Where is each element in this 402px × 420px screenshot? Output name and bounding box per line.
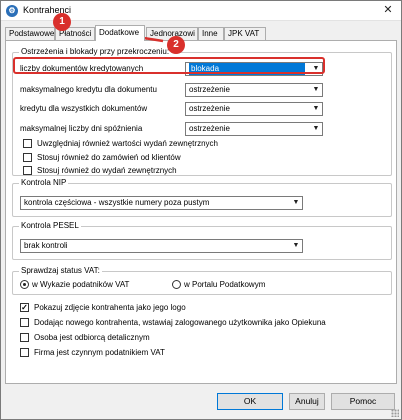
retail-recipient-label: Osoba jest odbiorcą detalicznym xyxy=(34,333,150,342)
retail-recipient-checkbox[interactable] xyxy=(20,333,29,342)
chevron-down-icon: ▼ xyxy=(292,242,300,249)
help-button[interactable]: Pomoc xyxy=(331,393,395,410)
tab-jpk-vat[interactable]: JPK VAT xyxy=(224,27,266,40)
tab-panel-dodatkowe: Ostrzeżenia i blokady przy przekroczeniu… xyxy=(5,40,397,384)
tax-portal-radio[interactable] xyxy=(172,280,181,289)
chevron-down-icon: ▼ xyxy=(312,125,320,132)
include-external-checkbox[interactable] xyxy=(23,139,32,148)
annotation-badge-1: 1 xyxy=(53,13,71,31)
tab-inne[interactable]: Inne xyxy=(198,27,224,40)
pesel-legend: Kontrola PESEL xyxy=(19,221,81,230)
chevron-down-icon: ▼ xyxy=(292,199,300,206)
vat-registry-label: w Wykazie podatników VAT xyxy=(32,280,130,289)
nip-group: Kontrola NIP kontrola częściowa - wszyst… xyxy=(12,178,392,217)
show-photo-logo-checkbox[interactable] xyxy=(20,303,29,312)
vat-registry-radio[interactable] xyxy=(20,280,29,289)
nip-legend: Kontrola NIP xyxy=(19,178,69,187)
max-credit-doc-label: maksymalnego kredytu dla dokumentu xyxy=(20,85,157,94)
assign-caretaker-label: Dodając nowego kontrahenta, wstawiaj zal… xyxy=(34,318,326,327)
resize-grip[interactable] xyxy=(391,409,399,417)
apply-orders-label: Stosuj również do zamówień od klientów xyxy=(37,153,181,162)
tab-podstawowe[interactable]: Podstawowe xyxy=(5,27,55,40)
tab-dodatkowe[interactable]: Dodatkowe xyxy=(95,25,145,41)
cancel-button[interactable]: Anuluj xyxy=(289,393,325,410)
chevron-down-icon: ▼ xyxy=(312,86,320,93)
pesel-group: Kontrola PESEL brak kontroli ▼ xyxy=(12,221,392,260)
tax-portal-label: w Portalu Podatkowym xyxy=(184,280,266,289)
annotation-highlight-box xyxy=(13,57,325,74)
credit-all-docs-label: kredytu dla wszystkich dokumentów xyxy=(20,104,148,113)
active-vat-payer-checkbox[interactable] xyxy=(20,348,29,357)
include-external-label: Uwzględniaj również wartości wydań zewnę… xyxy=(37,139,218,148)
credit-all-docs-select[interactable]: ostrzeżenie ▼ xyxy=(185,102,323,116)
app-icon: ⚙ xyxy=(6,5,18,17)
close-button[interactable]: ✕ xyxy=(381,3,395,17)
active-vat-payer-label: Firma jest czynnym podatnikiem VAT xyxy=(34,348,165,357)
nip-control-select[interactable]: kontrola częściowa - wszystkie numery po… xyxy=(20,196,303,210)
dialog-window: ⚙ Kontrahenci ✕ Podstawowe Płatności Dod… xyxy=(0,0,402,420)
vat-status-group: Sprawdzaj status VAT: w Wykazie podatnik… xyxy=(12,266,392,295)
warnings-legend: Ostrzeżenia i blokady przy przekroczeniu… xyxy=(19,47,172,56)
ok-button[interactable]: OK xyxy=(217,393,283,410)
max-credit-doc-select[interactable]: ostrzeżenie ▼ xyxy=(185,83,323,97)
apply-external-checkbox[interactable] xyxy=(23,166,32,175)
max-late-days-select[interactable]: ostrzeżenie ▼ xyxy=(185,122,323,136)
pesel-control-select[interactable]: brak kontroli ▼ xyxy=(20,239,303,253)
apply-orders-checkbox[interactable] xyxy=(23,153,32,162)
vat-status-legend: Sprawdzaj status VAT: xyxy=(19,266,102,275)
max-late-days-label: maksymalnej liczby dni spóźnienia xyxy=(20,124,143,133)
show-photo-logo-label: Pokazuj zdjęcie kontrahenta jako jego lo… xyxy=(34,303,186,312)
assign-caretaker-checkbox[interactable] xyxy=(20,318,29,327)
apply-external-label: Stosuj również do wydań zewnętrznych xyxy=(37,166,177,175)
chevron-down-icon: ▼ xyxy=(312,105,320,112)
annotation-badge-2: 2 xyxy=(167,36,185,54)
